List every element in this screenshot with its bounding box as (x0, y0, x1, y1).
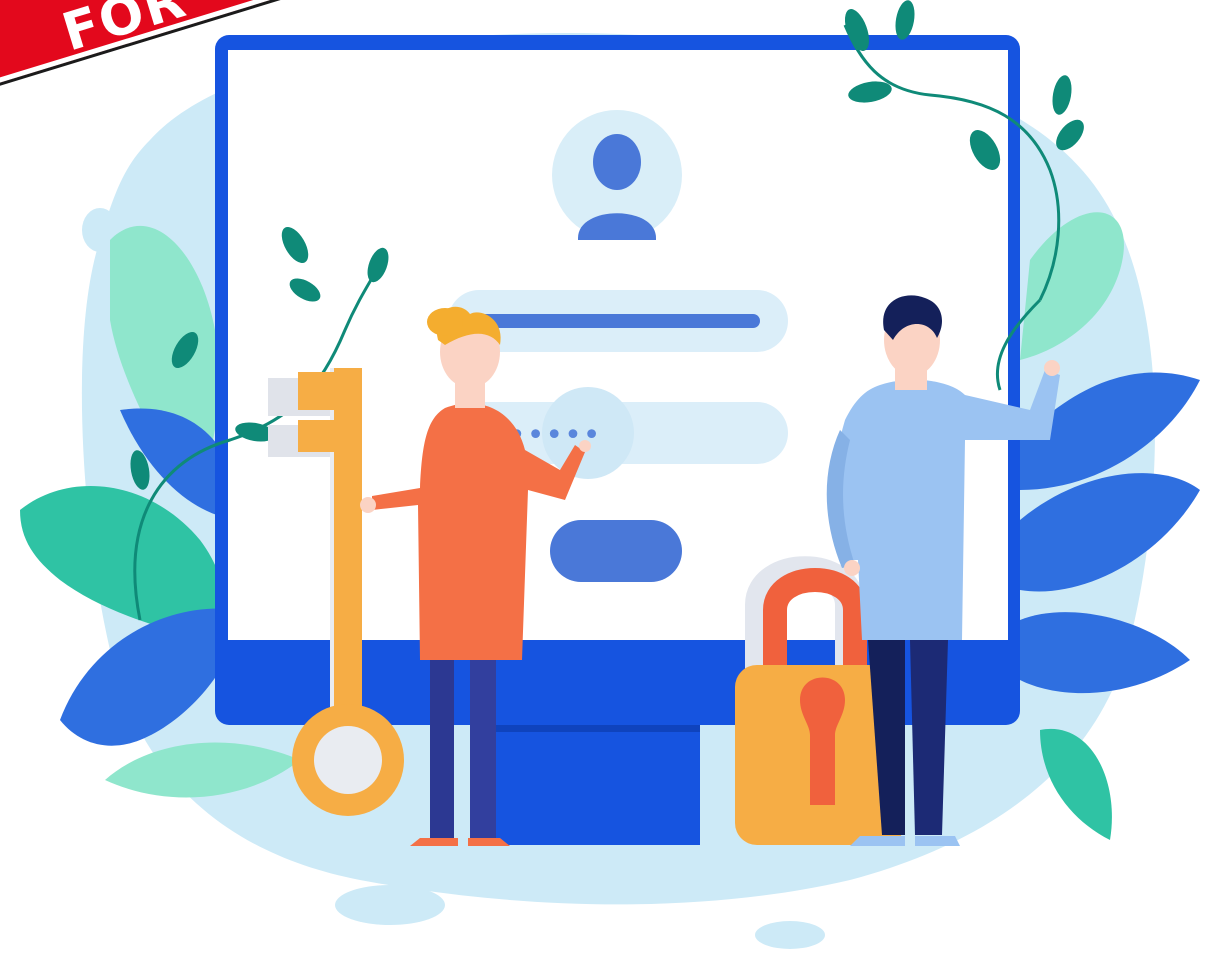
username-field-line (475, 314, 760, 328)
login-button (550, 520, 682, 582)
leaf-icon (1020, 612, 1190, 694)
login-security-illustration: ••••• (20, 0, 1200, 949)
background-blob-small (755, 921, 825, 949)
leaf-icon (1040, 728, 1112, 840)
illustration-canvas: ••••• FOR (0, 0, 1207, 963)
monitor-stand (495, 720, 700, 845)
background-blob-small (335, 885, 445, 925)
